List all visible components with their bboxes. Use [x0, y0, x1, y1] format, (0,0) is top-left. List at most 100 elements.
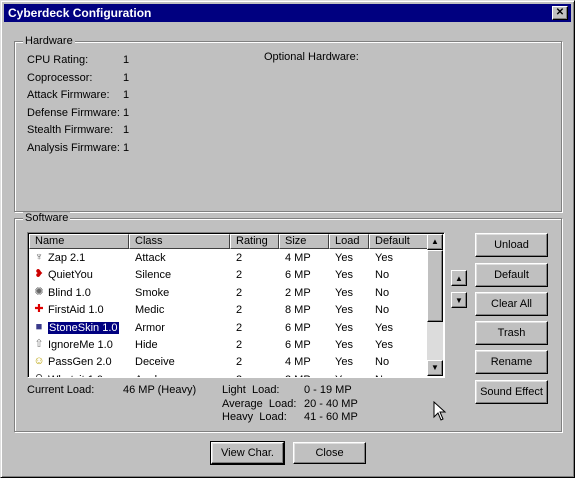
cell-size: 8 MP	[285, 304, 311, 317]
cell-name: QuietYou	[48, 269, 93, 282]
cell-load: Yes	[335, 374, 353, 377]
title-bar[interactable]: Cyberdeck Configuration ✕	[4, 4, 571, 22]
cell-size: 2 MP	[285, 286, 311, 299]
current-load-label: Current Load:	[27, 384, 95, 396]
view-char-button-label: View Char.	[221, 447, 274, 459]
default-button-label: Default	[494, 269, 529, 281]
hardware-item-value: 1	[123, 89, 130, 102]
hardware-item-value: 1	[123, 106, 130, 119]
software-listbox[interactable]: Name Class Rating Size Load Default ♆ Zap 2.1 A…	[27, 232, 445, 378]
column-header-class[interactable]: Class	[129, 234, 230, 249]
load-level-range: 41 - 60 MP	[304, 411, 358, 423]
move-down-button[interactable]: ▼	[451, 292, 467, 308]
unload-button[interactable]: Unload	[475, 233, 548, 257]
software-row[interactable]: ■ StoneSkin 1.0 Armor 2 6 MP Yes Yes	[30, 320, 428, 337]
load-level-range: 20 - 40 MP	[304, 397, 358, 410]
column-header-name[interactable]: Name	[29, 234, 129, 249]
software-row[interactable]: ☺ PassGen 2.0 Deceive 2 4 MP Yes No	[30, 354, 428, 371]
mouse-pointer-icon	[433, 401, 447, 421]
cell-name: StoneSkin 1.0	[47, 320, 120, 335]
column-header-default[interactable]: Default	[369, 234, 428, 249]
cell-default: No	[375, 356, 390, 369]
hardware-item-label: Stealth Firmware:	[27, 124, 114, 137]
sound-effect-button-label: Sound Effect	[480, 386, 543, 398]
load-level-label: Light Load:	[222, 384, 280, 396]
cell-rating: 2	[236, 356, 243, 369]
cell-name: PassGen 2.0	[48, 356, 112, 369]
triangle-up-icon: ▲	[455, 274, 463, 283]
view-char-button[interactable]: View Char.	[210, 441, 285, 465]
unload-button-label: Unload	[494, 239, 529, 251]
cell-load: Yes	[335, 321, 353, 334]
software-row[interactable]: ✺ Blind 1.0 Smoke 2 2 MP Yes No	[30, 285, 428, 302]
clear-all-button-label: Clear All	[491, 298, 532, 310]
cell-default: No	[375, 269, 390, 282]
close-button[interactable]: Close	[293, 442, 366, 464]
cell-class: Smoke	[135, 286, 170, 299]
cell-name: Whatsit 1.0	[48, 374, 103, 377]
smiley-icon: ☺	[33, 355, 45, 368]
cell-default: Yes	[375, 321, 393, 334]
cell-class: Attack	[135, 252, 166, 264]
software-row[interactable]: ⚲Whatsit 1.0 Analyze 2 2 MP Yes No	[30, 372, 428, 377]
hardware-group: Hardware Optional Hardware: CPU Rating: 1…	[14, 35, 562, 212]
cell-size: 4 MP	[285, 356, 311, 369]
antenna-icon: ♆	[34, 251, 44, 263]
trash-button-label: Trash	[497, 327, 526, 339]
cell-class: Hide	[135, 339, 158, 351]
cell-rating: 2	[236, 374, 242, 377]
cell-load: Yes	[335, 269, 353, 282]
cell-default: No	[375, 304, 390, 317]
triangle-down-icon: ▼	[455, 296, 463, 305]
cell-rating: 2	[236, 339, 243, 351]
cell-class: Silence	[135, 269, 172, 282]
scroll-up-button[interactable]: ▲	[427, 234, 443, 250]
cell-load: Yes	[335, 286, 353, 299]
software-row[interactable]: ⇧ IgnoreMe 1.0 Hide 2 6 MP Yes Yes	[30, 337, 428, 354]
optional-hardware-label: Optional Hardware:	[264, 51, 359, 63]
trash-button[interactable]: Trash	[475, 321, 548, 345]
cell-rating: 2	[236, 252, 243, 264]
rename-button[interactable]: Rename	[475, 350, 548, 374]
hardware-item-label: CPU Rating:	[27, 54, 89, 66]
clear-all-button[interactable]: Clear All	[475, 292, 548, 316]
hardware-item-label: Attack Firmware:	[27, 89, 110, 102]
cell-default: No	[375, 286, 390, 299]
software-row[interactable]: ✚ FirstAid 1.0 Medic 2 8 MP Yes No	[30, 302, 428, 319]
move-up-button[interactable]: ▲	[451, 270, 467, 286]
software-row[interactable]: ♆ Zap 2.1 Attack 2 4 MP Yes Yes	[30, 250, 428, 267]
cell-class: Deceive	[135, 356, 175, 369]
cell-class: Medic	[135, 304, 165, 317]
current-load-value: 46 MP (Heavy)	[123, 384, 197, 396]
cell-size: 4 MP	[285, 252, 311, 264]
sound-effect-button[interactable]: Sound Effect	[475, 380, 548, 404]
close-window-button[interactable]: ✕	[552, 6, 568, 20]
red-cross-icon: ✚	[34, 303, 44, 316]
hardware-item-label: Analysis Firmware:	[27, 142, 120, 154]
hardware-item-label: Coprocessor:	[27, 71, 93, 84]
load-level-label: Heavy Load:	[222, 411, 287, 423]
cell-load: Yes	[335, 252, 353, 264]
arrow-icon: ⇧	[34, 338, 44, 350]
cell-size: 6 MP	[285, 339, 311, 351]
close-icon: ✕	[555, 7, 565, 18]
cell-size: 6 MP	[285, 321, 311, 334]
column-header-load[interactable]: Load	[329, 234, 369, 249]
default-button[interactable]: Default	[475, 263, 548, 287]
cell-name: FirstAid 1.0	[48, 304, 104, 317]
cell-load: Yes	[335, 339, 353, 351]
magnifier-icon: ⚲	[33, 373, 45, 377]
software-group-label: Software	[23, 212, 71, 224]
scroll-thumb[interactable]	[427, 250, 443, 322]
rename-button-label: Rename	[490, 356, 533, 368]
software-row[interactable]: ❥ QuietYou Silence 2 6 MP Yes No	[30, 267, 428, 284]
cell-rating: 2	[236, 304, 243, 317]
cell-load: Yes	[335, 304, 353, 317]
listbox-scrollbar[interactable]: ▲ ▼	[427, 234, 443, 376]
cell-load: Yes	[335, 356, 353, 369]
column-header-size[interactable]: Size	[279, 234, 329, 249]
scroll-down-button[interactable]: ▼	[427, 360, 443, 376]
column-header-rating[interactable]: Rating	[230, 234, 279, 249]
load-level-label: Average Load:	[222, 397, 297, 410]
smoke-icon: ✺	[34, 285, 44, 298]
